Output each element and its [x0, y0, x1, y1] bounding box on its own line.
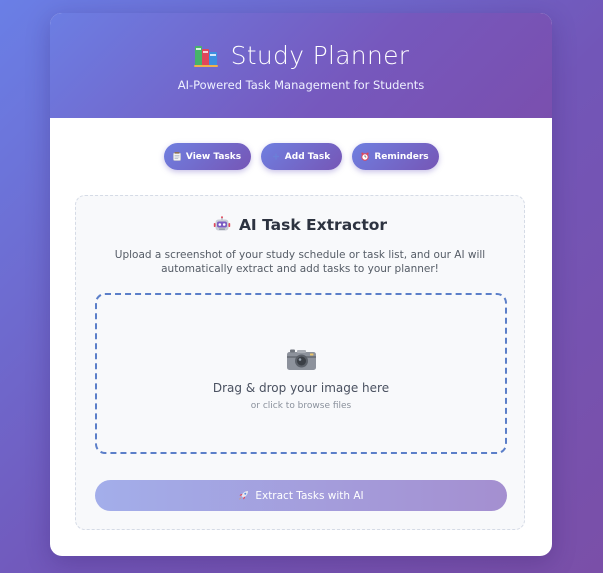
extractor-title-row: AI Task Extractor: [76, 216, 524, 234]
add-task-label: Add Task: [284, 151, 331, 162]
extract-tasks-button[interactable]: Extract Tasks with AI: [95, 480, 507, 511]
main-card: Study Planner AI-Powered Task Management…: [50, 13, 552, 556]
reminders-button[interactable]: Reminders: [351, 143, 439, 170]
rocket-icon: [238, 490, 249, 501]
image-dropzone[interactable]: Drag & drop your image here or click to …: [95, 293, 507, 454]
plus-icon: [272, 152, 280, 161]
robot-icon: [213, 216, 231, 234]
app-header: Study Planner AI-Powered Task Management…: [50, 13, 552, 118]
books-icon: [193, 43, 221, 69]
alarm-clock-icon: [361, 152, 370, 161]
ai-task-extractor-panel: AI Task Extractor Upload a screenshot of…: [75, 195, 525, 530]
page-title: Study Planner: [230, 41, 410, 70]
reminders-label: Reminders: [374, 151, 429, 162]
dropzone-main-text: Drag & drop your image here: [212, 381, 390, 395]
page-subtitle: AI-Powered Task Management for Students: [177, 78, 425, 92]
notepad-icon: [173, 152, 181, 161]
view-tasks-button[interactable]: View Tasks: [163, 143, 251, 170]
extract-tasks-label: Extract Tasks with AI: [255, 489, 364, 502]
nav-bar: View Tasks Add Task Reminders: [50, 143, 552, 170]
dropzone-sub-text[interactable]: or click to browse files: [97, 401, 505, 411]
extractor-title: AI Task Extractor: [238, 216, 388, 234]
title-row: Study Planner: [50, 13, 552, 70]
add-task-button[interactable]: Add Task: [260, 143, 342, 170]
camera-icon: [286, 347, 317, 371]
extractor-description: Upload a screenshot of your study schedu…: [114, 249, 486, 275]
view-tasks-label: View Tasks: [185, 151, 242, 162]
